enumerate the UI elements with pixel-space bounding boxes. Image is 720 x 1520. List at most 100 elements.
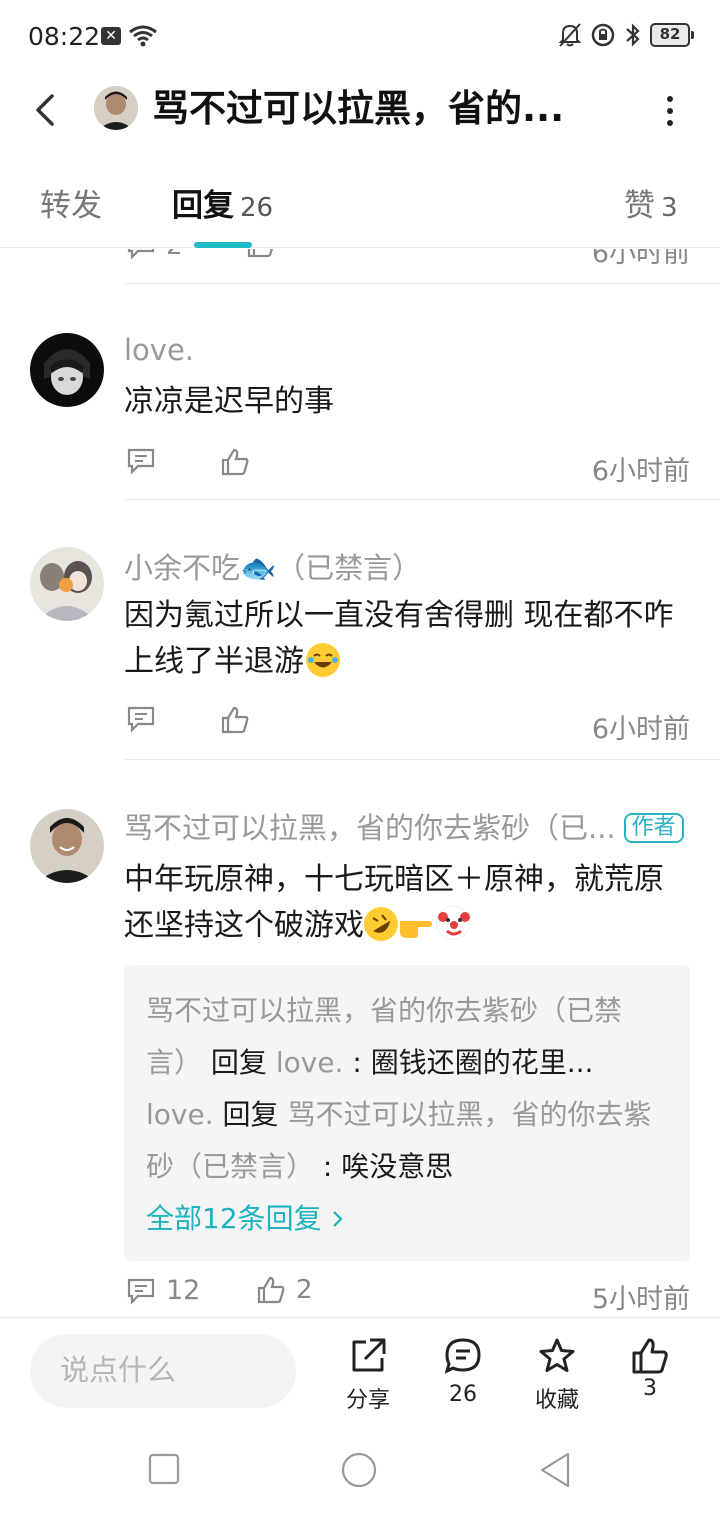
comment-actions: 12 2 5小时前: [124, 1275, 690, 1315]
active-tab-indicator: [194, 242, 252, 248]
reply-preview-2[interactable]: love. 回复 骂不过可以拉黑，省的你去紫砂（已禁言） : 唉没意思: [146, 1089, 670, 1193]
like-icon: [221, 706, 249, 734]
comment-icon: [127, 1278, 155, 1305]
comment-icon: [127, 706, 155, 733]
comment-bubble-icon: [444, 1338, 481, 1374]
comment-input[interactable]: [30, 1334, 296, 1408]
tab-bar: 转发 回复 26 赞3: [0, 168, 720, 248]
notification-x-icon: ✕: [101, 27, 121, 45]
comment-icon[interactable]: [126, 249, 156, 260]
tab-like[interactable]: 赞3: [624, 186, 678, 228]
tab-reply-count: 26: [240, 193, 274, 223]
share-button[interactable]: 分享: [333, 1336, 403, 1414]
comment-button[interactable]: [126, 705, 156, 733]
reply-target-user[interactable]: love.: [276, 1046, 344, 1079]
laugh-cry-emoji-icon: [306, 643, 340, 677]
share-label: 分享: [345, 1388, 390, 1413]
like-count: 3: [643, 1376, 657, 1401]
reply-preview-1[interactable]: 骂不过可以拉黑，省的你去紫砂（已禁言） 回复 love. : 圈钱还圈的花里..…: [146, 985, 670, 1089]
status-bar: 08:22 ✕ 82: [0, 0, 720, 76]
pointing-hand-emoji-icon: [398, 907, 436, 941]
avatar[interactable]: [30, 809, 104, 883]
divider: [124, 283, 720, 284]
comment-text-line: 因为氪过所以一直没有舍得删 现在都不咋: [124, 598, 674, 633]
tab-like-count: 3: [661, 193, 678, 223]
reply-text: : 唉没意思: [322, 1150, 454, 1183]
like-icon: [257, 1276, 285, 1304]
clown-emoji-icon: [436, 906, 470, 940]
timestamp: 6小时前: [591, 456, 690, 487]
list-item-partial: 2 6小时前: [0, 249, 720, 285]
username[interactable]: love.: [124, 333, 194, 367]
like-button[interactable]: [220, 447, 250, 477]
tab-reply[interactable]: 回复 26: [172, 186, 273, 228]
home-icon[interactable]: [340, 1451, 378, 1489]
tab-like-label: 赞: [624, 188, 655, 224]
thumbs-up-icon: [632, 1338, 668, 1374]
comment-icon: [127, 448, 155, 475]
bottom-action-bar: 分享 26 收藏 3: [0, 1317, 720, 1421]
comment-actions: 6小时前: [124, 705, 690, 745]
like-post-button[interactable]: 3: [615, 1336, 685, 1401]
like-count: 2: [296, 1275, 313, 1305]
tab-reply-label: 回复: [172, 188, 234, 224]
rotation-lock-icon: [591, 23, 615, 47]
avatar[interactable]: [30, 333, 104, 407]
system-nav-bar: [0, 1421, 720, 1520]
reply-user[interactable]: love.: [146, 1098, 214, 1131]
username-text: 骂不过可以拉黑，省的你去紫砂（已...: [124, 811, 616, 845]
collect-label: 收藏: [534, 1388, 579, 1413]
recents-icon[interactable]: [148, 1453, 180, 1485]
comment-text: 中年玩原神，十七玩暗区＋原神，就荒原 还坚持这个破游戏: [124, 857, 694, 949]
reply-verb: 回复: [210, 1046, 267, 1079]
back-nav-icon[interactable]: [538, 1451, 572, 1489]
comment-actions: 6小时前: [124, 447, 690, 487]
more-options-icon[interactable]: [664, 96, 676, 130]
star-icon: [539, 1338, 575, 1372]
username[interactable]: 骂不过可以拉黑，省的你去紫砂（已... 作者: [124, 805, 684, 847]
like-button[interactable]: 2: [256, 1275, 313, 1305]
timestamp: 6小时前: [591, 249, 690, 269]
tab-forward-label: 转发: [40, 188, 102, 224]
wifi-icon: [129, 25, 157, 47]
comment-count: 2: [166, 249, 183, 261]
avatar[interactable]: [30, 547, 104, 621]
share-icon: [352, 1338, 386, 1372]
divider: [124, 499, 720, 500]
bluetooth-icon: [626, 23, 640, 47]
comment-text: 凉凉是迟早的事: [124, 384, 334, 419]
timestamp: 6小时前: [591, 714, 690, 745]
author-badge: 作者: [623, 813, 684, 843]
like-icon: [221, 448, 249, 476]
comment-button[interactable]: 12: [126, 1275, 200, 1306]
like-icon[interactable]: [246, 249, 276, 259]
username[interactable]: 小余不吃🐟（已禁言）: [124, 545, 421, 587]
view-all-replies-label: 全部12条回复: [146, 1202, 322, 1235]
page-title: 骂不过可以拉黑，省的...: [152, 87, 565, 130]
tab-forward[interactable]: 转发: [40, 186, 102, 226]
comments-button[interactable]: 26: [428, 1336, 498, 1407]
post-header: 骂不过可以拉黑，省的...: [0, 76, 720, 146]
comment-text-line: 中年玩原神，十七玩暗区＋原神，就荒原: [124, 862, 664, 897]
comment-text: 因为氪过所以一直没有舍得删 现在都不咋 上线了半退游: [124, 593, 694, 685]
reply-preview-box[interactable]: 骂不过可以拉黑，省的你去紫砂（已禁言） 回复 love. : 圈钱还圈的花里..…: [124, 965, 690, 1261]
bell-mute-icon: [558, 23, 582, 47]
rofl-emoji-icon: [364, 907, 398, 941]
comment-text-line: 上线了半退游: [124, 644, 304, 679]
comment-text-line: 还坚持这个破游戏: [124, 908, 364, 943]
battery-indicator: 82: [650, 23, 694, 47]
comment-count: 26: [449, 1382, 477, 1407]
back-icon[interactable]: [28, 88, 62, 132]
timestamp: 5小时前: [591, 1284, 690, 1315]
comment-button[interactable]: [126, 447, 156, 475]
reply-text: : 圈钱还圈的花里...: [352, 1046, 594, 1079]
clock: 08:22: [28, 22, 101, 51]
reply-list[interactable]: 2 6小时前 love. 凉凉是迟早的事 6小时前: [0, 249, 720, 1317]
view-all-replies-link[interactable]: 全部12条回复: [146, 1193, 670, 1245]
collect-button[interactable]: 收藏: [522, 1336, 592, 1414]
comment-count: 12: [166, 1275, 201, 1306]
like-button[interactable]: [220, 705, 250, 735]
reply-verb: 回复: [222, 1098, 279, 1131]
author-avatar[interactable]: [94, 86, 138, 130]
divider: [124, 759, 720, 760]
